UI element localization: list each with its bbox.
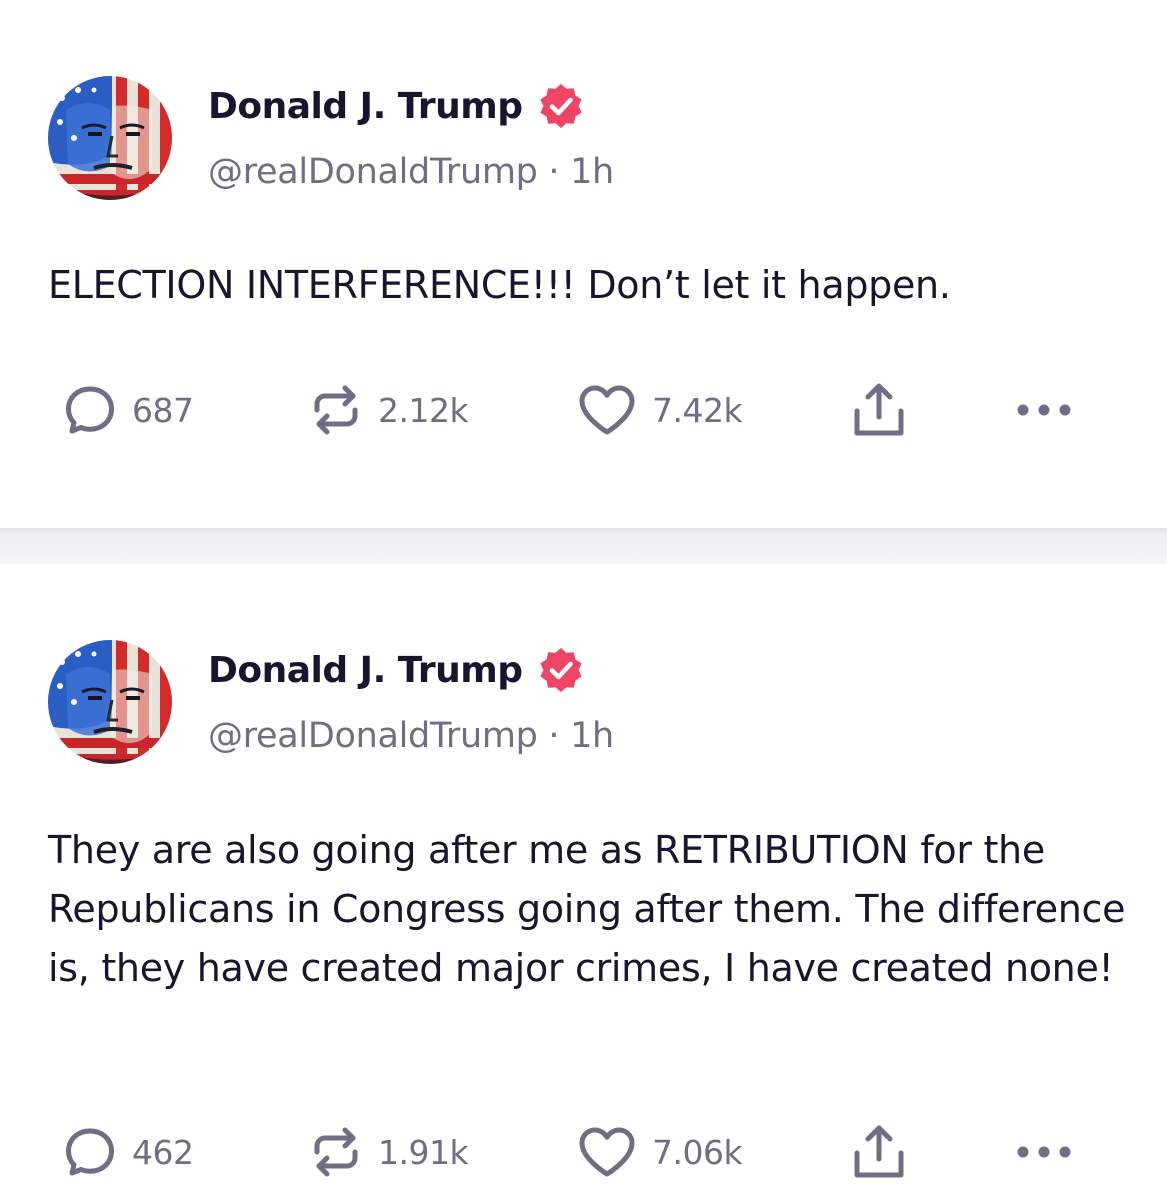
retruth-button[interactable]: 1.91k — [308, 1117, 469, 1187]
post-timestamp[interactable]: 1h — [570, 716, 614, 756]
more-options-button[interactable] — [1014, 375, 1074, 445]
reply-button[interactable]: 687 — [62, 375, 194, 445]
author-display-name[interactable]: Donald J. Trump — [208, 650, 523, 691]
retruth-button[interactable]: 2.12k — [308, 375, 469, 445]
post-text: They are also going after me as RETRIBUT… — [48, 828, 1126, 990]
author-name-row: Donald J. Trump — [208, 646, 585, 694]
more-options-button[interactable] — [1014, 1117, 1074, 1187]
like-count: 7.06k — [652, 1132, 743, 1172]
author-handle[interactable]: @realDonaldTrump — [208, 716, 538, 756]
avatar-image — [48, 76, 172, 200]
post-actions: 687 2.12k 7.42k — [0, 375, 1167, 445]
like-count: 7.42k — [652, 390, 743, 430]
speech-bubble-icon — [66, 386, 114, 434]
verified-badge-icon — [539, 648, 582, 692]
heart-icon — [579, 1127, 635, 1177]
share-button[interactable] — [848, 375, 910, 445]
avatar-image — [48, 640, 172, 764]
author-name-row: Donald J. Trump — [208, 82, 585, 130]
share-upload-icon — [854, 1125, 904, 1178]
ellipsis-icon — [1017, 1146, 1071, 1158]
post-actions: 462 1.91k 7.06k — [0, 1117, 1167, 1187]
meta-separator: · — [548, 716, 571, 756]
repost-arrows-icon — [314, 1127, 358, 1177]
avatar[interactable] — [48, 76, 172, 200]
post-text: ELECTION INTERFERENCE!!! Don’t let it ha… — [48, 263, 951, 307]
avatar[interactable] — [48, 640, 172, 764]
verified-badge-icon — [539, 84, 582, 128]
share-button[interactable] — [848, 1117, 910, 1187]
retruth-count: 1.91k — [378, 1132, 469, 1172]
speech-bubble-icon — [66, 1128, 114, 1176]
reply-count: 687 — [132, 390, 194, 430]
post-timestamp[interactable]: 1h — [570, 152, 614, 192]
meta-separator: · — [548, 152, 571, 192]
post-divider — [0, 528, 1167, 564]
retruth-count: 2.12k — [378, 390, 469, 430]
like-button[interactable]: 7.42k — [576, 375, 743, 445]
ellipsis-icon — [1017, 404, 1071, 416]
post-card[interactable]: Donald J. Trump @realDonaldTrump · 1h Th… — [0, 564, 1167, 1200]
author-display-name[interactable]: Donald J. Trump — [208, 86, 523, 127]
author-handle[interactable]: @realDonaldTrump — [208, 152, 538, 192]
post-card[interactable]: Donald J. Trump @realDonaldTrump · 1h EL… — [0, 0, 1167, 528]
reply-button[interactable]: 462 — [62, 1117, 194, 1187]
reply-count: 462 — [132, 1132, 194, 1172]
repost-arrows-icon — [314, 385, 358, 435]
heart-icon — [579, 385, 635, 435]
share-upload-icon — [854, 383, 904, 436]
author-handle-row: @realDonaldTrump · 1h — [208, 152, 614, 192]
like-button[interactable]: 7.06k — [576, 1117, 743, 1187]
author-handle-row: @realDonaldTrump · 1h — [208, 716, 614, 756]
